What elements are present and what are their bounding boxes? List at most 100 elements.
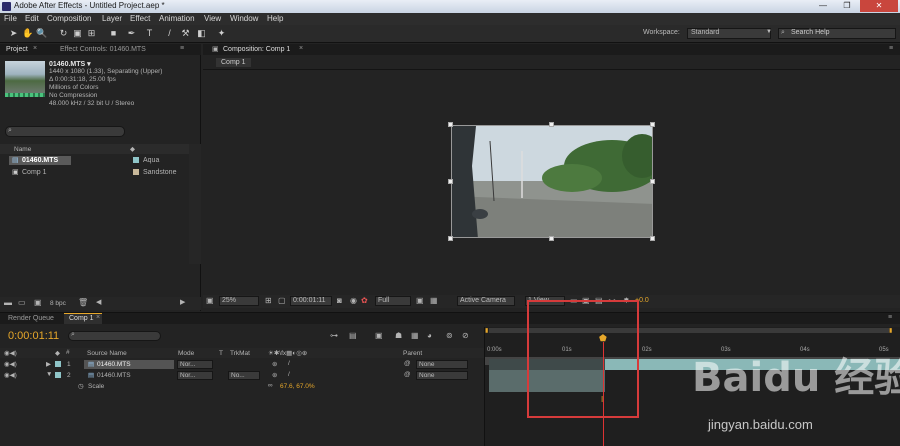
hand-tool-icon[interactable]: ✋ xyxy=(22,28,33,39)
menu-composition[interactable]: Composition xyxy=(47,14,91,23)
layer-row[interactable]: ◉◀) ▼ 2 ▤ 01460.MTS Nor... No... ⊛ / @ N… xyxy=(0,370,484,381)
tab-effect-controls[interactable]: Effect Controls: 01460.MTS xyxy=(60,46,146,53)
pick-whip-icon[interactable]: @ xyxy=(404,360,411,367)
close-button[interactable]: ✕ xyxy=(860,0,898,12)
eraser-tool-icon[interactable]: ◧ xyxy=(196,28,207,39)
navigator-end-handle[interactable]: ▮ xyxy=(889,327,892,334)
stopwatch-icon[interactable]: ◷ xyxy=(78,382,84,390)
label-color-swatch[interactable] xyxy=(55,372,61,378)
track-matte-select[interactable]: No... xyxy=(228,371,260,380)
layer-name[interactable]: 01460.MTS xyxy=(97,372,131,379)
selection-tool-icon[interactable]: ➤ xyxy=(8,28,19,39)
bit-depth-button[interactable]: 8 bpc xyxy=(50,300,66,307)
quality-switch-icon[interactable]: ⊛ xyxy=(272,371,277,379)
visibility-icon[interactable]: ◉◀) xyxy=(4,371,17,379)
pan-behind-tool-icon[interactable]: ⊞ xyxy=(86,28,97,39)
tab-project[interactable]: Project xyxy=(6,46,28,53)
clone-stamp-tool-icon[interactable]: ⚒ xyxy=(180,28,191,39)
timeline-search-input[interactable] xyxy=(68,331,161,341)
panel-menu-icon[interactable]: ≡ xyxy=(180,45,184,52)
live-update-icon[interactable]: ▤ xyxy=(349,331,357,340)
frame-blending-icon[interactable]: ▦ xyxy=(411,331,419,340)
parent-select[interactable]: None xyxy=(416,360,468,369)
comp-mini-flowchart-icon[interactable]: ⊶ xyxy=(330,331,338,340)
parent-select[interactable]: None xyxy=(416,371,468,380)
new-folder-icon[interactable]: ▭ xyxy=(18,298,26,307)
panel-menu-icon[interactable]: ≡ xyxy=(889,45,893,52)
menu-view[interactable]: View xyxy=(204,14,221,23)
snapshot-icon[interactable]: ◙ xyxy=(337,296,342,305)
camera-tool-icon[interactable]: ▣ xyxy=(72,28,83,39)
menu-help[interactable]: Help xyxy=(267,14,283,23)
transform-handle[interactable] xyxy=(650,122,655,127)
layer-name[interactable]: 01460.MTS xyxy=(97,361,131,368)
rectangle-tool-icon[interactable]: ■ xyxy=(108,28,119,39)
label-color-swatch[interactable] xyxy=(133,169,139,175)
transform-handle[interactable] xyxy=(448,179,453,184)
draft-3d-icon[interactable]: ▣ xyxy=(375,331,383,340)
tab-comp-1[interactable]: Comp 1 xyxy=(69,315,94,322)
motion-blur-icon[interactable]: ◕ xyxy=(427,331,432,340)
tab-render-queue[interactable]: Render Queue xyxy=(8,315,54,322)
puppet-tool-icon[interactable]: ✦ xyxy=(216,28,227,39)
resolution-select[interactable]: Full xyxy=(375,296,411,306)
property-row[interactable]: ◷ Scale ∞ 67.6, 67.0% xyxy=(0,381,484,392)
constrain-proportions-icon[interactable]: ∞ xyxy=(268,382,273,389)
expand-triangle-icon[interactable]: ▼ xyxy=(46,371,52,378)
transform-handle[interactable] xyxy=(549,236,554,241)
close-icon[interactable]: × xyxy=(33,45,37,52)
close-icon[interactable]: × xyxy=(299,45,303,52)
zoom-tool-icon[interactable]: 🔍 xyxy=(36,28,47,39)
pen-tool-icon[interactable]: ✒ xyxy=(126,28,137,39)
graph-editor-icon[interactable]: ⊘ xyxy=(462,331,469,340)
region-of-interest-icon[interactable]: ▣ xyxy=(416,296,424,305)
menu-animation[interactable]: Animation xyxy=(159,14,195,23)
brush-tool-icon[interactable]: / xyxy=(164,28,175,39)
type-tool-icon[interactable]: T xyxy=(144,28,155,39)
menu-effect[interactable]: Effect xyxy=(130,14,150,23)
visibility-icon[interactable]: ◉◀) xyxy=(4,360,17,368)
layer-row[interactable]: ◉◀) ▶ 1 ▤ 01460.MTS Nor... ⊛ / @ None xyxy=(0,359,484,370)
project-item[interactable]: ▤ 01460.MTS Aqua xyxy=(0,155,201,166)
grid-icon[interactable]: ⊞ xyxy=(265,296,272,305)
comp-viewer-frame[interactable] xyxy=(451,125,653,238)
quality-slash-icon[interactable]: / xyxy=(288,371,290,378)
label-color-swatch[interactable] xyxy=(133,157,139,163)
trash-icon[interactable]: 🗑 xyxy=(78,298,88,307)
rotate-tool-icon[interactable]: ↻ xyxy=(58,28,69,39)
panel-menu-icon[interactable]: ≡ xyxy=(888,314,892,321)
menu-edit[interactable]: Edit xyxy=(25,14,39,23)
always-preview-icon[interactable]: ▣ xyxy=(206,296,214,305)
menu-layer[interactable]: Layer xyxy=(102,14,122,23)
transform-handle[interactable] xyxy=(448,122,453,127)
lock-icon[interactable]: ▣ xyxy=(212,45,219,53)
camera-view-select[interactable]: Active Camera xyxy=(457,296,515,306)
column-name[interactable]: Name xyxy=(14,146,31,153)
scale-value[interactable]: 67.6, 67.0% xyxy=(280,383,315,390)
current-time-field[interactable]: 0:00:01:11 xyxy=(290,296,332,306)
pick-whip-icon[interactable]: @ xyxy=(404,371,411,378)
menu-file[interactable]: File xyxy=(4,14,17,23)
transform-handle[interactable] xyxy=(650,236,655,241)
interpret-footage-icon[interactable]: ▬ xyxy=(4,298,12,307)
minimize-button[interactable]: — xyxy=(812,0,834,12)
label-color-swatch[interactable] xyxy=(55,361,61,367)
transform-handle[interactable] xyxy=(448,236,453,241)
navigator-start-handle[interactable]: ▮ xyxy=(485,327,488,334)
workspace-select[interactable]: Standard xyxy=(687,28,771,39)
new-composition-icon[interactable]: ▣ xyxy=(34,298,42,307)
brainstorm-icon[interactable]: ⊚ xyxy=(446,331,453,340)
scroll-right-icon[interactable]: ▶ xyxy=(180,298,185,306)
transparency-grid-icon[interactable]: ▦ xyxy=(430,296,438,305)
comp-navigator-tab[interactable]: Comp 1 xyxy=(216,58,251,67)
show-snapshot-icon[interactable]: ◉ xyxy=(350,296,357,305)
scroll-left-icon[interactable]: ◀ xyxy=(96,298,101,306)
tab-composition[interactable]: Composition: Comp 1 xyxy=(223,46,290,53)
menu-window[interactable]: Window xyxy=(230,14,258,23)
magnification-select[interactable]: 25% xyxy=(219,296,259,306)
shy-layers-icon[interactable]: ☗ xyxy=(395,331,402,340)
project-item[interactable]: ▣ Comp 1 Sandstone xyxy=(0,167,201,178)
blend-mode-select[interactable]: Nor... xyxy=(177,371,213,380)
quality-switch-icon[interactable]: ⊛ xyxy=(272,360,277,368)
transform-handle[interactable] xyxy=(650,179,655,184)
